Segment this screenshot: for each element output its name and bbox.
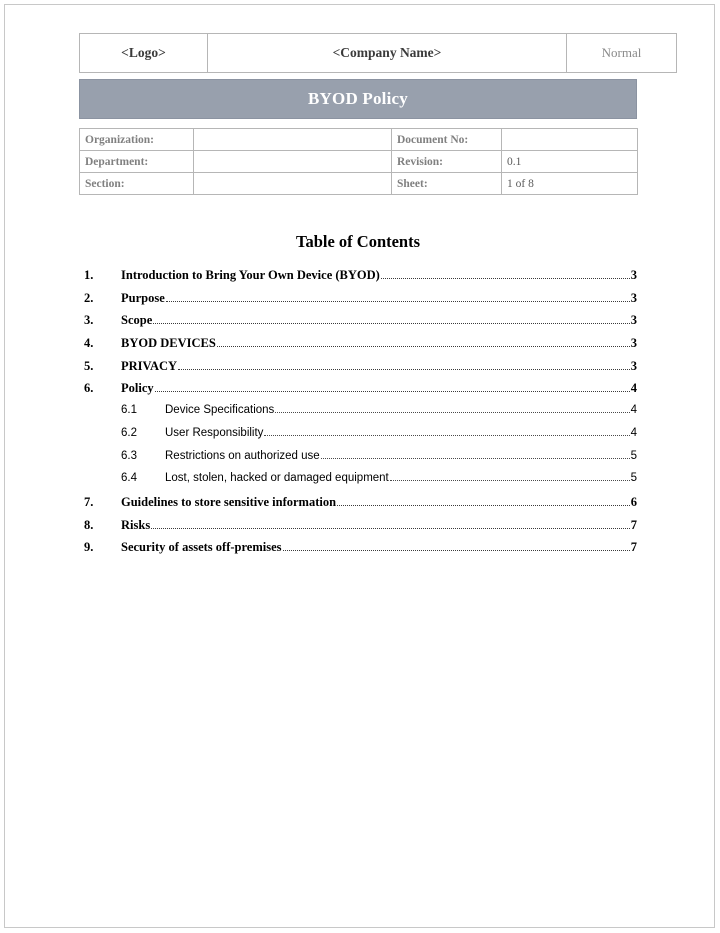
- toc-dot-leader: [389, 480, 630, 482]
- document-header-table: <Logo> <Company Name> Normal: [79, 33, 677, 73]
- header-row: <Logo> <Company Name> Normal: [79, 33, 677, 73]
- toc-dot-leader: [153, 323, 630, 325]
- toc-entry-number: 6.: [84, 381, 94, 396]
- toc-entry-number: 7.: [84, 494, 94, 509]
- toc-dot-leader: [216, 346, 630, 348]
- toc-entry-number: 6.4: [121, 472, 137, 485]
- document-title: BYOD Policy: [308, 89, 408, 108]
- toc-entry-page-number: 4: [630, 426, 637, 439]
- document-page: <Logo> <Company Name> Normal BYOD Policy…: [79, 0, 677, 563]
- toc-entry[interactable]: 6.2 User Responsibility 4: [79, 427, 637, 450]
- toc-entry-number: 8.: [84, 517, 94, 532]
- toc-entry-number: 6.3: [121, 449, 137, 462]
- meta-label-department: Department:: [79, 150, 194, 173]
- logo-placeholder-cell: <Logo>: [79, 33, 208, 73]
- toc-entry-title: Lost, stolen, hacked or damaged equipmen…: [165, 472, 389, 485]
- toc-dot-leader: [275, 412, 630, 414]
- toc-entry-title: Purpose: [121, 290, 165, 305]
- toc-entry-page-number: 3: [630, 336, 637, 351]
- toc-entry-page-number: 3: [630, 290, 637, 305]
- meta-value-revision: 0.1: [501, 150, 638, 173]
- toc-entry[interactable]: 6. Policy 4: [79, 381, 637, 404]
- toc-entry[interactable]: 2. Purpose 3: [79, 291, 637, 314]
- meta-value-sheet: 1 of 8: [501, 172, 638, 195]
- meta-label-section: Section:: [79, 172, 194, 195]
- toc-entry-page-number: 3: [630, 268, 637, 282]
- toc-dot-leader: [264, 434, 630, 436]
- toc-dot-leader: [154, 391, 630, 393]
- toc-entry-page-number: 4: [630, 404, 637, 417]
- table-row: Organization: Document No:: [79, 128, 638, 151]
- toc-entry-title: Guidelines to store sensitive informatio…: [121, 494, 337, 509]
- toc-entry-title: Restrictions on authorized use: [165, 449, 320, 462]
- meta-value-document-no: [501, 128, 638, 151]
- table-row: Department: Revision: 0.1: [79, 150, 638, 173]
- toc-dot-leader: [165, 300, 630, 302]
- toc-entry[interactable]: 3. Scope 3: [79, 313, 637, 336]
- company-name-cell: <Company Name>: [207, 33, 567, 73]
- toc-entry[interactable]: 9. Security of assets off-premises 7: [79, 540, 637, 563]
- toc-entry[interactable]: 1. Introduction to Bring Your Own Device …: [79, 268, 637, 291]
- toc-entry-page-number: 6: [630, 494, 637, 509]
- toc-entry-title: Risks: [121, 517, 151, 532]
- toc-dot-leader: [320, 457, 630, 459]
- toc-entry-number: 1.: [84, 268, 94, 282]
- meta-label-sheet: Sheet:: [391, 172, 502, 195]
- toc-entry-title: Policy: [121, 381, 154, 396]
- toc-entry-page-number: 5: [630, 449, 637, 462]
- toc-entry-title: Scope: [121, 313, 153, 328]
- toc-entry-page-number: 5: [630, 472, 637, 485]
- meta-value-department: [193, 150, 392, 173]
- toc-entry-page-number: 4: [630, 381, 637, 396]
- toc-entry-number: 2.: [84, 290, 94, 305]
- toc-entry-page-number: 7: [630, 517, 637, 532]
- toc-entry-title: Introduction to Bring Your Own Device (B…: [121, 268, 380, 282]
- toc-dot-leader: [337, 504, 630, 506]
- toc-dot-leader: [282, 550, 630, 552]
- document-title-band: BYOD Policy: [79, 79, 637, 119]
- toc-dot-leader: [178, 368, 630, 370]
- toc-entry-page-number: 3: [630, 358, 637, 373]
- toc-entry[interactable]: 7. Guidelines to store sensitive informat…: [79, 495, 637, 518]
- document-metadata-table: Organization: Document No: Department: R…: [79, 128, 638, 195]
- meta-label-organization: Organization:: [79, 128, 194, 151]
- toc-entry-number: 4.: [84, 336, 94, 351]
- toc-entry-title: User Responsibility: [165, 426, 264, 439]
- toc-entry[interactable]: 8. Risks 7: [79, 518, 637, 541]
- toc-entry[interactable]: 5. PRIVACY 3: [79, 359, 637, 382]
- toc-entry-title: Security of assets off-premises: [121, 540, 282, 555]
- toc-entry[interactable]: 4. BYOD DEVICES 3: [79, 336, 637, 359]
- toc-entry-title: BYOD DEVICES: [121, 336, 216, 351]
- toc-entry-number: 6.2: [121, 426, 137, 439]
- toc-entry-number: 5.: [84, 358, 94, 373]
- toc-entry-title: PRIVACY: [121, 358, 178, 373]
- toc-entry-number: 9.: [84, 540, 94, 555]
- toc-entry[interactable]: 6.4 Lost, stolen, hacked or damaged equip…: [79, 472, 637, 495]
- toc-entry-number: 6.1: [121, 404, 137, 417]
- meta-label-revision: Revision:: [391, 150, 502, 173]
- table-of-contents-list: 1. Introduction to Bring Your Own Device …: [79, 268, 637, 563]
- toc-entry-number: 3.: [84, 313, 94, 328]
- meta-value-organization: [193, 128, 392, 151]
- toc-entry-page-number: 3: [630, 313, 637, 328]
- meta-value-section: [193, 172, 392, 195]
- document-status-cell: Normal: [566, 33, 677, 73]
- table-row: Section: Sheet: 1 of 8: [79, 172, 638, 195]
- table-of-contents-heading: Table of Contents: [295, 232, 421, 251]
- meta-label-document-no: Document No:: [391, 128, 502, 151]
- toc-entry[interactable]: 6.1 Device Specifications 4: [79, 404, 637, 427]
- toc-entry-page-number: 7: [630, 540, 637, 555]
- toc-dot-leader: [151, 527, 630, 529]
- toc-entry[interactable]: 6.3 Restrictions on authorized use 5: [79, 450, 637, 473]
- toc-entry-title: Device Specifications: [165, 404, 275, 417]
- toc-dot-leader: [380, 278, 630, 279]
